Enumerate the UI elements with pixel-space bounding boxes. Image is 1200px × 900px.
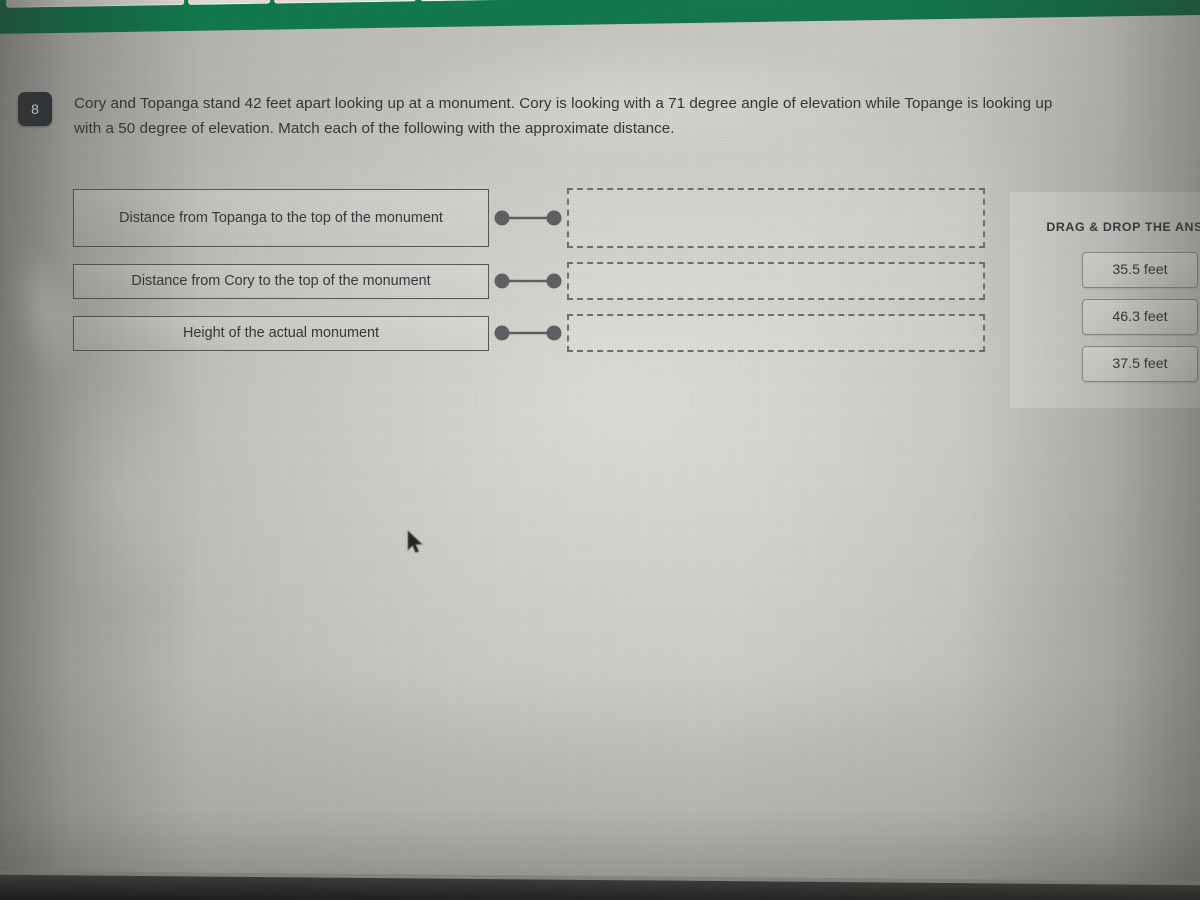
match-prompt-2: Distance from Cory to the top of the mon… — [73, 263, 489, 299]
match-row: Distance from Topanga to the top of the … — [73, 188, 985, 248]
question-text: Cory and Topanga stand 42 feet apart loo… — [74, 95, 1053, 137]
match-row: Distance from Cory to the top of the mon… — [73, 262, 985, 300]
answer-bank-panel: DRAG & DROP THE ANSWER 35.5 feet 46.3 fee… — [1010, 192, 1200, 408]
match-row: Height of the actual monument — [73, 314, 985, 352]
match-dropzone-3[interactable] — [567, 314, 985, 352]
answer-chip-2[interactable]: 46.3 feet — [1082, 299, 1198, 335]
question-block: 8 Cory and Topanga stand 42 feet apart l… — [18, 92, 1138, 141]
answer-chip-3[interactable]: 37.5 feet — [1082, 346, 1198, 382]
question-number-badge: 8 — [18, 92, 52, 126]
match-dropzone-1[interactable] — [567, 188, 985, 248]
matching-area: Distance from Topanga to the top of the … — [73, 188, 985, 366]
browser-tab-1[interactable] — [5, 0, 185, 8]
answer-chip-1[interactable]: 35.5 feet — [1082, 252, 1198, 288]
answer-bank-title: DRAG & DROP THE ANSWER — [1046, 220, 1200, 234]
browser-tab-4[interactable] — [419, 0, 569, 2]
match-connector-icon — [489, 210, 567, 226]
match-connector-icon — [489, 325, 567, 341]
answer-chip-list: 35.5 feet 46.3 feet 37.5 feet — [1010, 252, 1200, 382]
browser-tab-strip[interactable] — [0, 0, 1110, 8]
monitor-photo: 8 Cory and Topanga stand 42 feet apart l… — [0, 0, 1200, 900]
browser-tab-2[interactable] — [187, 0, 271, 5]
match-connector-icon — [489, 273, 567, 289]
match-prompt-1: Distance from Topanga to the top of the … — [73, 189, 489, 247]
match-dropzone-2[interactable] — [567, 262, 985, 300]
match-prompt-3: Height of the actual monument — [73, 315, 489, 351]
browser-tab-3[interactable] — [273, 0, 417, 4]
